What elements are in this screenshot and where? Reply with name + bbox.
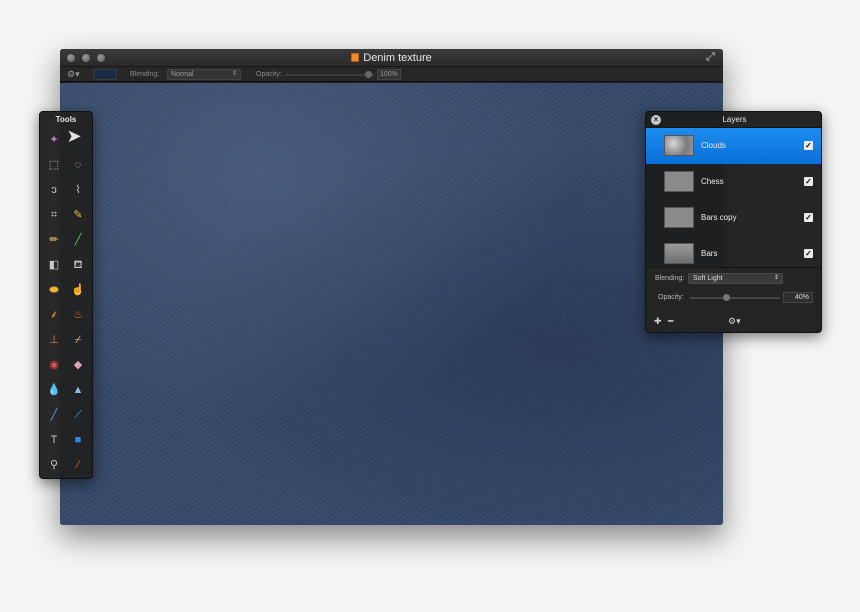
layers-title: Layers <box>722 115 747 124</box>
text-icon[interactable]: T <box>46 432 62 448</box>
eraser-icon[interactable]: ◆ <box>70 357 86 373</box>
polygon-lasso-icon[interactable]: ⌇ <box>70 182 86 198</box>
layer-blending-label: Blending: <box>655 275 685 282</box>
toolbar-opacity-slider[interactable] <box>286 74 374 76</box>
layer-thumbnail <box>664 171 694 192</box>
dodge-icon[interactable]: ♨ <box>70 307 86 323</box>
ellipse-select-icon[interactable]: ◌ <box>70 157 86 173</box>
layer-row-clouds[interactable]: Clouds ✓ <box>646 128 821 164</box>
layer-visibility-checkbox[interactable]: ✓ <box>804 141 813 150</box>
eyedropper-icon[interactable]: ✎ <box>70 207 86 223</box>
burn-icon[interactable]: ⸙ <box>46 307 62 323</box>
fullscreen-icon[interactable]: ⤢ <box>706 52 717 63</box>
toolbar-blending-value: Normal <box>171 71 194 78</box>
gear-icon[interactable]: ⚙▾ <box>67 69 80 80</box>
layer-name: Bars <box>701 249 718 258</box>
layer-blending-select[interactable]: Soft Light ⇕ <box>688 273 783 284</box>
title-bar: Denim texture ⤢ <box>60 49 723 67</box>
blur-icon[interactable]: 💧 <box>46 382 62 398</box>
toolbar-opacity-value[interactable]: 100% <box>377 69 401 80</box>
layer-thumbnail <box>664 207 694 228</box>
toolbar-opacity-label: Opacity: <box>256 71 282 78</box>
layer-thumbnail <box>664 243 694 264</box>
layers-panel: × Layers Clouds ✓ Chess ✓ Bars copy ✓ Ba… <box>645 111 822 333</box>
layer-row-bars-copy[interactable]: Bars copy ✓ <box>646 200 821 236</box>
brush-icon[interactable]: ╱ <box>70 232 86 248</box>
layer-visibility-checkbox[interactable]: ✓ <box>804 177 813 186</box>
layer-opacity-label: Opacity: <box>658 294 684 301</box>
layer-opacity-knob[interactable] <box>723 294 730 301</box>
sponge-icon[interactable]: ⬬ <box>46 282 62 298</box>
layer-row-chess[interactable]: Chess ✓ <box>646 164 821 200</box>
magic-wand-icon[interactable]: ✦ <box>46 132 62 148</box>
stamp-icon[interactable]: ⊥ <box>46 332 62 348</box>
toolbar-blending-label: Blending: <box>130 71 160 78</box>
toolbar-blending-select[interactable]: Normal ⇕ <box>167 69 241 80</box>
layer-opacity-value[interactable]: 40% <box>783 292 813 303</box>
layer-options: Blending: Soft Light ⇕ Opacity: 40% ✚ ━ … <box>646 267 821 332</box>
options-toolbar: ⚙▾ Blending: Normal ⇕ Opacity: 100% <box>60 67 723 82</box>
tools-title: Tools <box>55 115 77 124</box>
color-picker-icon[interactable]: ⁄ <box>70 457 86 473</box>
bandage-icon[interactable]: ⌿ <box>70 332 86 348</box>
gear-icon[interactable]: ⚙▾ <box>728 317 741 326</box>
lasso-icon[interactable]: ↄ <box>46 182 62 198</box>
layer-visibility-checkbox[interactable]: ✓ <box>804 213 813 222</box>
gradient-icon[interactable]: ◧ <box>46 257 62 273</box>
smudge-icon[interactable]: ☝ <box>70 282 86 298</box>
document-icon <box>351 53 360 62</box>
move-arrow-icon[interactable]: ➤ <box>66 127 82 145</box>
red-eye-icon[interactable]: ◉ <box>46 357 62 373</box>
layers-header: × Layers <box>646 112 821 128</box>
chevron-updown-icon: ⇕ <box>773 275 779 281</box>
layer-thumbnail <box>664 135 694 156</box>
image-canvas[interactable] <box>60 83 723 525</box>
layer-name: Chess <box>701 177 724 186</box>
layer-opacity-slider[interactable] <box>690 297 780 299</box>
color-swatch[interactable] <box>93 69 117 80</box>
layer-name: Clouds <box>701 141 726 150</box>
layer-visibility-checkbox[interactable]: ✓ <box>804 249 813 258</box>
remove-layer-icon[interactable]: ━ <box>668 317 673 326</box>
toolbar-opacity-knob[interactable] <box>365 71 372 78</box>
path-icon[interactable]: ⟋ <box>70 407 86 423</box>
sharpen-icon[interactable]: ▲ <box>70 382 86 398</box>
rect-select-icon[interactable]: ⬚ <box>46 157 62 173</box>
add-layer-icon[interactable]: ✚ <box>654 317 662 326</box>
pen-icon[interactable]: ╱ <box>46 407 62 423</box>
window-title: Denim texture <box>363 52 432 64</box>
tools-palette: Tools ✦ ➤ ⬚ ◌ ↄ ⌇ ⌗ ✎ ✏ ╱ ◧ ⛾ ⬬ ☝ ⸙ ♨ ⊥ … <box>39 111 93 479</box>
window-title-wrap: Denim texture <box>60 51 723 65</box>
crop-icon[interactable]: ⌗ <box>46 207 62 223</box>
pencil-icon[interactable]: ✏ <box>46 232 62 248</box>
chevron-updown-icon: ⇕ <box>231 71 237 77</box>
paint-bucket-icon[interactable]: ⛾ <box>70 257 86 273</box>
layer-blending-value: Soft Light <box>693 275 723 282</box>
document-window: Denim texture ⤢ ⚙▾ Blending: Normal ⇕ Op… <box>60 49 723 525</box>
layer-name: Bars copy <box>701 213 737 222</box>
zoom-icon[interactable]: ⚲ <box>46 457 62 473</box>
shape-icon[interactable]: ■ <box>70 432 86 448</box>
